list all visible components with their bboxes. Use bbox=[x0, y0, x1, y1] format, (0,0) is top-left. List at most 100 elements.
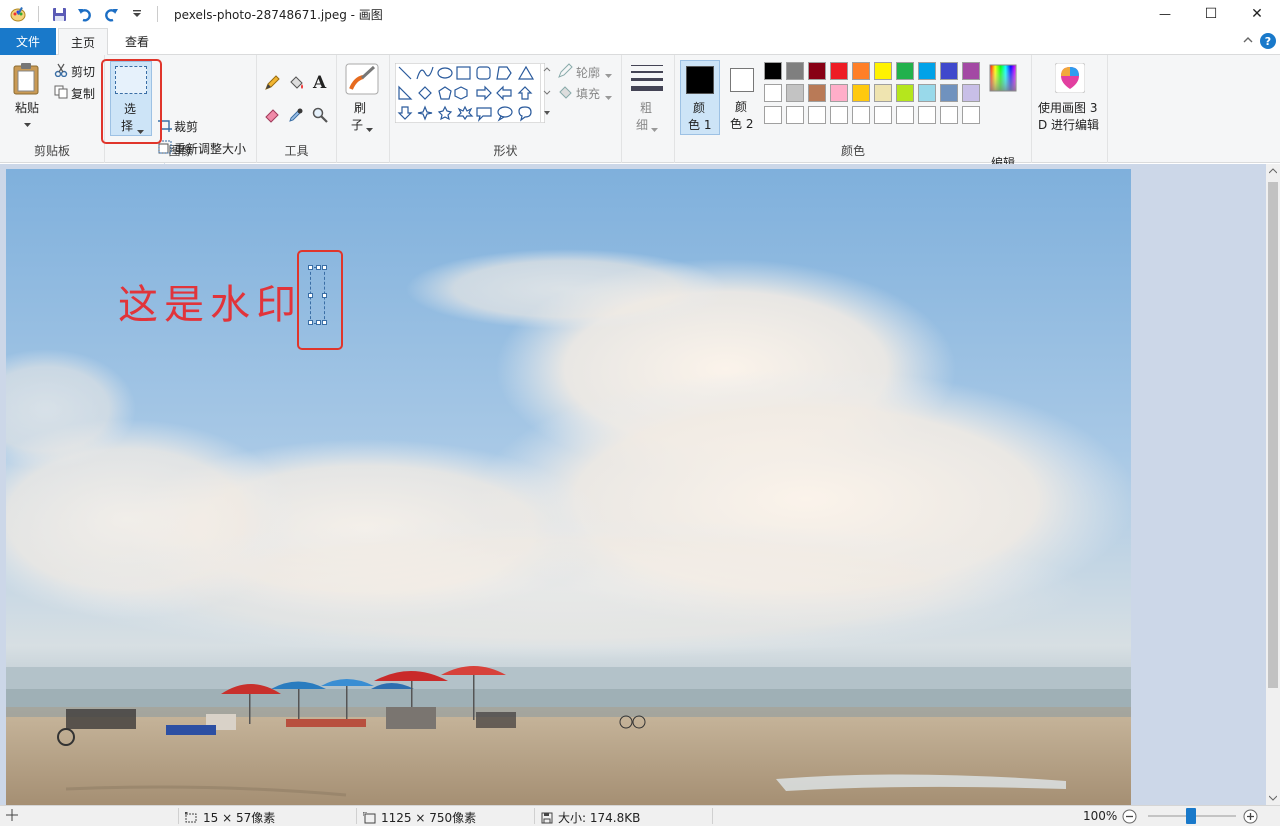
color-swatch[interactable] bbox=[940, 84, 958, 102]
fill-bucket-icon[interactable] bbox=[288, 75, 304, 94]
color-swatch[interactable] bbox=[940, 62, 958, 80]
redo-icon[interactable] bbox=[101, 4, 121, 24]
tools-group: A 工具 bbox=[257, 55, 337, 163]
customize-toolbar-chevron-icon[interactable] bbox=[127, 4, 147, 24]
color1-swatch bbox=[686, 66, 714, 94]
color-picker-icon[interactable] bbox=[288, 107, 304, 126]
size-dropdown-chevron-icon[interactable] bbox=[651, 122, 658, 136]
color-swatch[interactable] bbox=[786, 84, 804, 102]
color-swatch[interactable] bbox=[830, 106, 848, 124]
maximize-button[interactable]: ☐ bbox=[1188, 0, 1234, 28]
color-swatch[interactable] bbox=[808, 84, 826, 102]
brush-dropdown-chevron-icon[interactable] bbox=[366, 122, 373, 136]
minimize-button[interactable]: — bbox=[1142, 0, 1188, 28]
color-swatch[interactable] bbox=[852, 106, 870, 124]
paint3d-label-line2[interactable]: D 进行编辑 bbox=[1038, 116, 1099, 133]
cut-label[interactable]: 剪切 bbox=[71, 63, 95, 80]
crosshair-icon bbox=[6, 809, 18, 821]
outline-dropdown-chevron-icon[interactable] bbox=[605, 68, 612, 82]
crop-label[interactable]: 裁剪 bbox=[174, 118, 198, 135]
close-button[interactable]: ✕ bbox=[1234, 0, 1280, 28]
status-bar: 15 × 57像素 1125 × 750像素 大小: 174.8KB 100% bbox=[0, 805, 1280, 826]
color-swatch[interactable] bbox=[764, 62, 782, 80]
color-swatch[interactable] bbox=[786, 62, 804, 80]
color-swatch[interactable] bbox=[830, 84, 848, 102]
shapes-gallery[interactable] bbox=[394, 62, 546, 126]
outline-label[interactable]: 轮廓 bbox=[576, 64, 600, 81]
help-icon[interactable]: ? bbox=[1260, 33, 1276, 49]
tab-file[interactable]: 文件 bbox=[0, 28, 56, 55]
image-size-text: 1125 × 750像素 bbox=[381, 811, 477, 825]
color-swatch[interactable] bbox=[962, 106, 980, 124]
zoom-slider-thumb[interactable] bbox=[1186, 808, 1196, 824]
size-label-line1[interactable]: 粗 bbox=[640, 99, 652, 116]
color-swatch[interactable] bbox=[830, 62, 848, 80]
paint3d-label-line1[interactable]: 使用画图 3 bbox=[1038, 99, 1097, 116]
collapse-ribbon-icon[interactable] bbox=[1242, 34, 1254, 49]
edit-colors-icon[interactable] bbox=[989, 64, 1017, 95]
color-swatch[interactable] bbox=[896, 106, 914, 124]
disk-icon bbox=[541, 812, 553, 823]
color-swatch[interactable] bbox=[764, 106, 782, 124]
color2-button[interactable]: 颜 色 2 bbox=[723, 60, 763, 135]
size-label-line2[interactable]: 细 bbox=[636, 116, 648, 133]
scroll-down-icon[interactable] bbox=[1269, 795, 1277, 801]
outline-icon[interactable] bbox=[557, 63, 573, 82]
paste-icon[interactable] bbox=[12, 61, 42, 98]
pencil-icon[interactable] bbox=[264, 75, 280, 94]
shapes-scroll-chevron-icon[interactable] bbox=[540, 63, 552, 123]
clipboard-group: 粘贴 剪切 复制 剪贴板 bbox=[0, 55, 105, 163]
color-swatch[interactable] bbox=[852, 62, 870, 80]
zoom-in-button[interactable] bbox=[1243, 809, 1258, 824]
resize-label[interactable]: 重新调整大小 bbox=[174, 140, 246, 157]
zoom-out-button[interactable] bbox=[1122, 809, 1137, 824]
paste-dropdown-chevron-icon[interactable] bbox=[24, 117, 31, 131]
color-swatch[interactable] bbox=[918, 106, 936, 124]
paint3d-icon[interactable] bbox=[1054, 62, 1086, 96]
text-tool-icon[interactable]: A bbox=[312, 73, 328, 94]
color-swatch[interactable] bbox=[764, 84, 782, 102]
color-swatch[interactable] bbox=[808, 62, 826, 80]
image-canvas[interactable]: 这是水印 bbox=[6, 169, 1131, 805]
color-swatch[interactable] bbox=[896, 84, 914, 102]
color-swatch[interactable] bbox=[940, 106, 958, 124]
fill-label[interactable]: 填充 bbox=[576, 85, 600, 102]
tab-home[interactable]: 主页 bbox=[58, 28, 108, 56]
color-swatch[interactable] bbox=[874, 106, 892, 124]
color-swatch[interactable] bbox=[962, 84, 980, 102]
color1-button[interactable]: 颜 色 1 bbox=[680, 60, 720, 135]
paste-label[interactable]: 粘贴 bbox=[15, 99, 39, 116]
paint-app-icon[interactable] bbox=[8, 4, 28, 24]
zoom-out-icon bbox=[1122, 809, 1137, 824]
color-swatch[interactable] bbox=[874, 84, 892, 102]
window-title: pexels-photo-28748671.jpeg - 画图 bbox=[174, 7, 383, 22]
tab-view[interactable]: 查看 bbox=[112, 28, 162, 55]
color-swatch[interactable] bbox=[918, 84, 936, 102]
scissors-icon[interactable] bbox=[54, 63, 68, 80]
color-swatch[interactable] bbox=[874, 62, 892, 80]
brush-label-line1[interactable]: 刷 bbox=[354, 99, 366, 116]
brush-icon[interactable] bbox=[345, 63, 379, 98]
magnifier-icon[interactable] bbox=[312, 107, 328, 126]
shapes-group-label: 形状 bbox=[493, 144, 518, 158]
fill-dropdown-chevron-icon[interactable] bbox=[605, 90, 612, 104]
vertical-scrollbar[interactable] bbox=[1266, 164, 1280, 805]
undo-icon[interactable] bbox=[75, 4, 95, 24]
color-swatch[interactable] bbox=[852, 84, 870, 102]
color-swatch[interactable] bbox=[786, 106, 804, 124]
copy-label[interactable]: 复制 bbox=[71, 85, 95, 102]
scroll-up-icon[interactable] bbox=[1269, 168, 1277, 174]
copy-icon[interactable] bbox=[54, 85, 68, 102]
quick-access-toolbar bbox=[0, 4, 162, 24]
color-swatch[interactable] bbox=[808, 106, 826, 124]
vertical-scroll-thumb[interactable] bbox=[1268, 182, 1278, 688]
fill-icon[interactable] bbox=[557, 85, 573, 104]
color-swatch[interactable] bbox=[918, 62, 936, 80]
color-swatch[interactable] bbox=[896, 62, 914, 80]
line-size-icon[interactable] bbox=[631, 65, 663, 94]
title-bar: pexels-photo-28748671.jpeg - 画图 — ☐ ✕ bbox=[0, 0, 1280, 28]
eraser-icon[interactable] bbox=[264, 107, 280, 126]
save-icon[interactable] bbox=[49, 4, 69, 24]
brush-label-line2[interactable]: 子 bbox=[351, 116, 363, 133]
color-swatch[interactable] bbox=[962, 62, 980, 80]
